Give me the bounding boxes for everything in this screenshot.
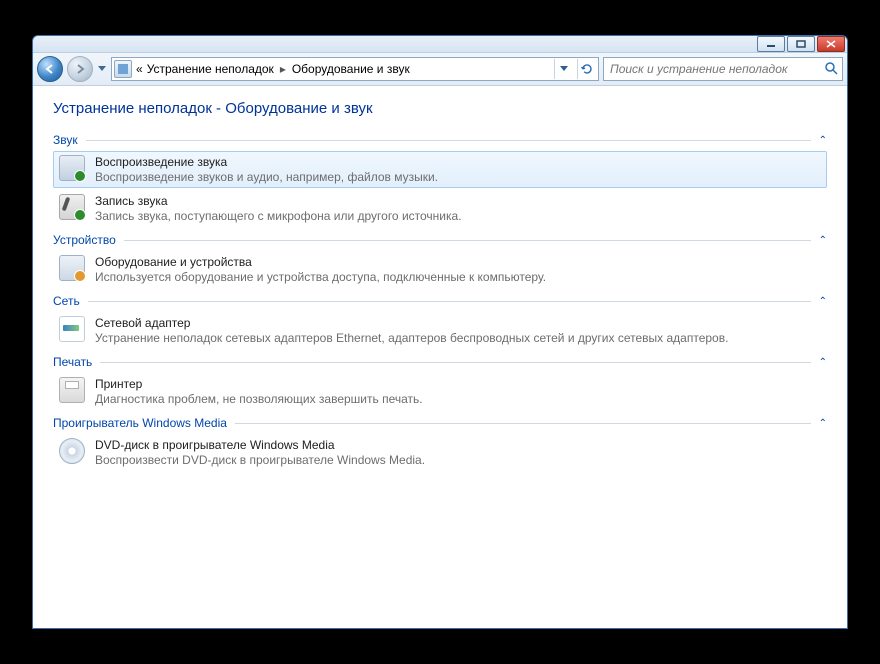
search-box[interactable]: [603, 57, 843, 81]
arrow-left-icon: [44, 63, 56, 75]
address-dropdown[interactable]: [554, 59, 573, 79]
item-text: ПринтерДиагностика проблем, не позволяющ…: [95, 377, 821, 406]
troubleshooter-item[interactable]: Сетевой адаптерУстранение неполадок сете…: [53, 312, 827, 349]
item-text: Воспроизведение звукаВоспроизведение зву…: [95, 155, 821, 184]
section-label: Устройство: [53, 233, 116, 247]
troubleshooter-item[interactable]: Запись звукаЗапись звука, поступающего с…: [53, 190, 827, 227]
minimize-icon: [766, 40, 776, 48]
titlebar: [33, 36, 847, 53]
search-icon: [824, 61, 838, 78]
section-rule: [86, 140, 811, 141]
window: « Устранение неполадок ▸ Оборудование и …: [32, 35, 848, 629]
audio-play-icon: [59, 155, 85, 181]
section-label: Звук: [53, 133, 78, 147]
item-title: Оборудование и устройства: [95, 255, 821, 269]
forward-button[interactable]: [67, 56, 93, 82]
dvd-icon: [59, 438, 85, 464]
chevron-up-icon: ⌃: [819, 296, 827, 307]
chevron-up-icon: ⌃: [819, 235, 827, 246]
troubleshooter-item[interactable]: DVD-диск в проигрывателе Windows MediaВо…: [53, 434, 827, 471]
section: Проигрыватель Windows Media ⌃ DVD-диск в п…: [53, 414, 827, 471]
troubleshooter-item[interactable]: Оборудование и устройстваИспользуется об…: [53, 251, 827, 288]
section: Сеть ⌃ Сетевой адаптерУстранение неполадок…: [53, 292, 827, 349]
item-title: Воспроизведение звука: [95, 155, 821, 169]
location-icon: [114, 60, 132, 78]
item-text: Сетевой адаптерУстранение неполадок сете…: [95, 316, 821, 345]
section-rule: [88, 301, 811, 302]
section: Печать ⌃ ПринтерДиагностика проблем, не по…: [53, 353, 827, 410]
breadcrumb-prefix: «: [136, 62, 143, 76]
item-text: DVD-диск в проигрывателе Windows MediaВо…: [95, 438, 821, 467]
network-icon: [59, 316, 85, 342]
close-icon: [826, 40, 836, 48]
section-label: Проигрыватель Windows Media: [53, 416, 227, 430]
section-header[interactable]: Устройство ⌃: [53, 231, 827, 249]
address-bar[interactable]: « Устранение неполадок ▸ Оборудование и …: [111, 57, 599, 81]
chevron-up-icon: ⌃: [819, 418, 827, 429]
section: Устройство ⌃ Оборудование и устройстваИспо…: [53, 231, 827, 288]
minimize-button[interactable]: [757, 36, 785, 52]
chevron-up-icon: ⌃: [819, 357, 827, 368]
item-title: DVD-диск в проигрывателе Windows Media: [95, 438, 821, 452]
audio-rec-icon: [59, 194, 85, 220]
back-button[interactable]: [37, 56, 63, 82]
item-description: Воспроизведение звуков и аудио, например…: [95, 170, 821, 184]
printer-icon: [59, 377, 85, 403]
arrow-right-icon: [74, 63, 86, 75]
item-description: Используется оборудование и устройства д…: [95, 270, 821, 284]
refresh-button[interactable]: [577, 59, 596, 79]
section-label: Печать: [53, 355, 92, 369]
refresh-icon: [580, 62, 594, 76]
breadcrumb-separator-icon: ▸: [278, 62, 288, 76]
troubleshooter-item[interactable]: Воспроизведение звукаВоспроизведение зву…: [53, 151, 827, 188]
section-rule: [124, 240, 811, 241]
section-header[interactable]: Печать ⌃: [53, 353, 827, 371]
item-title: Принтер: [95, 377, 821, 391]
troubleshooter-item[interactable]: ПринтерДиагностика проблем, не позволяющ…: [53, 373, 827, 410]
search-input[interactable]: [608, 61, 824, 77]
section-label: Сеть: [53, 294, 80, 308]
section-header[interactable]: Звук ⌃: [53, 131, 827, 149]
maximize-button[interactable]: [787, 36, 815, 52]
breadcrumb-segment-0[interactable]: Устранение неполадок: [147, 62, 274, 76]
page-title: Устранение неполадок - Оборудование и зв…: [53, 100, 827, 117]
section-rule: [235, 423, 811, 424]
item-title: Сетевой адаптер: [95, 316, 821, 330]
maximize-icon: [796, 40, 806, 48]
item-description: Воспроизвести DVD-диск в проигрывателе W…: [95, 453, 821, 467]
breadcrumb-segment-1[interactable]: Оборудование и звук: [292, 62, 410, 76]
item-text: Запись звукаЗапись звука, поступающего с…: [95, 194, 821, 223]
nav-history-dropdown[interactable]: [97, 59, 107, 79]
chevron-down-icon: [98, 66, 106, 72]
item-description: Запись звука, поступающего с микрофона и…: [95, 209, 821, 223]
section-header[interactable]: Проигрыватель Windows Media ⌃: [53, 414, 827, 432]
chevron-down-icon: [560, 66, 568, 72]
content-area: Устранение неполадок - Оборудование и зв…: [33, 86, 847, 628]
section-rule: [100, 362, 810, 363]
nav-row: « Устранение неполадок ▸ Оборудование и …: [33, 53, 847, 86]
item-text: Оборудование и устройстваИспользуется об…: [95, 255, 821, 284]
chevron-up-icon: ⌃: [819, 135, 827, 146]
close-button[interactable]: [817, 36, 845, 52]
section-header[interactable]: Сеть ⌃: [53, 292, 827, 310]
item-description: Устранение неполадок сетевых адаптеров E…: [95, 331, 821, 345]
item-title: Запись звука: [95, 194, 821, 208]
device-icon: [59, 255, 85, 281]
item-description: Диагностика проблем, не позволяющих заве…: [95, 392, 821, 406]
section: Звук ⌃ Воспроизведение звукаВоспроизведени…: [53, 131, 827, 227]
